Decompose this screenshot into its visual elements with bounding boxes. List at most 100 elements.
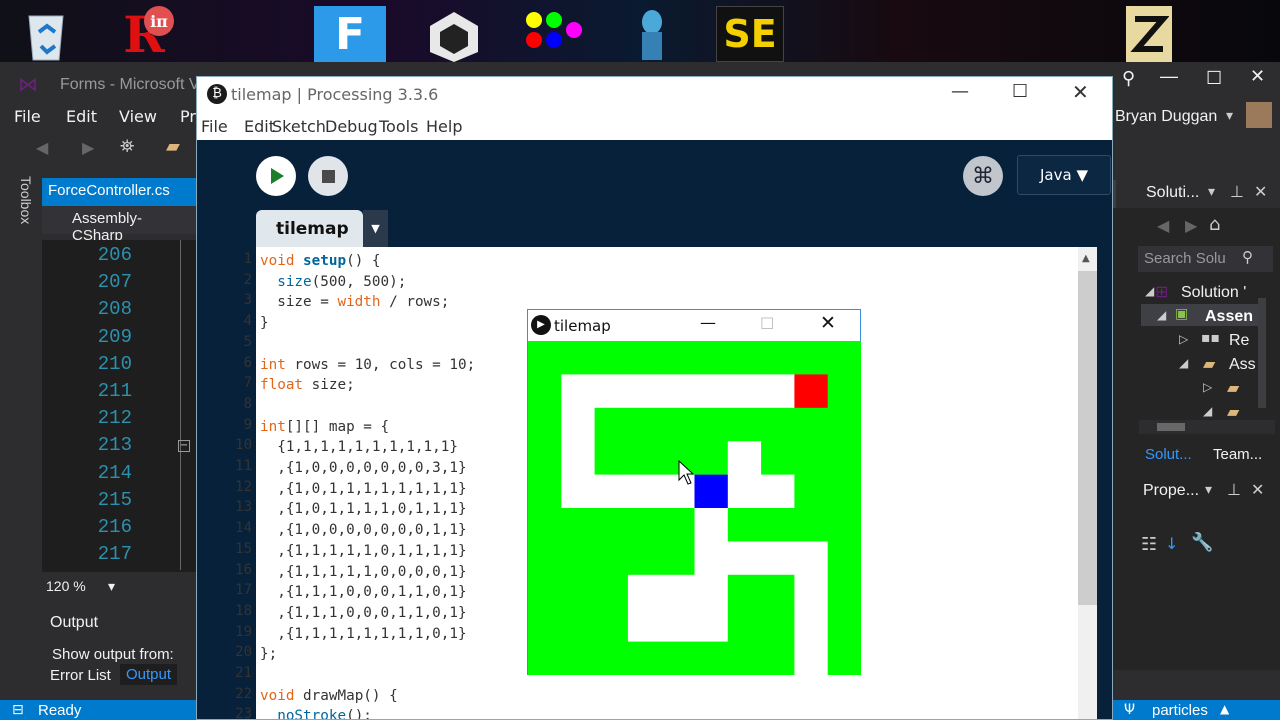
zoom-control[interactable]: 120 % ▾ <box>42 576 196 598</box>
user-name[interactable]: Bryan Duggan <box>1115 108 1217 126</box>
status-text: Ready <box>38 702 82 719</box>
wrench-icon[interactable]: 🔧 <box>1191 532 1213 553</box>
tree-references[interactable]: Re <box>1229 332 1249 350</box>
mode-selector[interactable]: Java ▼ <box>1017 155 1111 195</box>
solution-explorer-title[interactable]: Soluti... <box>1146 184 1199 202</box>
back-nav-icon[interactable]: ◀ <box>1157 216 1169 235</box>
menu-debug[interactable]: Debug <box>325 117 378 136</box>
new-project-icon[interactable]: ⛯ <box>120 136 134 157</box>
menu-file[interactable]: File <box>201 117 228 136</box>
tab-menu-button[interactable]: ▼ <box>363 210 388 247</box>
floor-tile <box>727 374 762 409</box>
search-solution-input[interactable]: Search Solu ⚲ <box>1138 246 1273 272</box>
tab-tilemap[interactable]: tilemap <box>256 210 363 247</box>
close-button[interactable]: ✕ <box>820 312 836 334</box>
close-button[interactable]: ✕ <box>1250 66 1265 87</box>
solution-tab[interactable]: Solut... <box>1145 446 1192 463</box>
tree-solution[interactable]: Solution ' <box>1181 284 1246 302</box>
menu-help[interactable]: Help <box>426 117 462 136</box>
editor-scrollbar[interactable]: ▲ <box>1078 247 1097 719</box>
back-icon[interactable]: ◀ <box>36 138 48 157</box>
se-icon[interactable]: SE <box>716 6 784 62</box>
expand-icon[interactable]: ◢ <box>1203 404 1212 418</box>
close-pane-icon[interactable]: ✕ <box>1254 182 1267 201</box>
run-button[interactable] <box>256 156 296 196</box>
wall-tile <box>694 641 729 675</box>
sketch-canvas[interactable] <box>528 341 861 675</box>
close-pane-icon[interactable]: ✕ <box>1251 480 1264 499</box>
branch-up-icon[interactable]: ▲ <box>1220 702 1229 716</box>
code-line: } <box>260 315 269 332</box>
pin-icon[interactable]: ⊥ <box>1230 182 1244 201</box>
wall-tile <box>528 441 562 476</box>
code-line: noStroke(); <box>277 708 372 720</box>
maximize-button[interactable]: ☐ <box>1206 68 1222 89</box>
unity-icon[interactable] <box>418 6 490 62</box>
pane-dropdown-icon[interactable]: ▾ <box>1208 184 1215 200</box>
tree-assembly[interactable]: Assen <box>1205 308 1253 326</box>
vs-menu-view[interactable]: View <box>119 107 157 126</box>
maximize-button[interactable]: ☐ <box>1012 81 1028 102</box>
pane-dropdown-icon[interactable]: ▾ <box>1205 482 1212 498</box>
gutter-line-number: 10 <box>235 437 252 454</box>
output-tab[interactable]: Output <box>120 664 178 685</box>
zm-icon[interactable] <box>1126 6 1172 62</box>
debugger-button[interactable]: ⌘ <box>963 156 1003 196</box>
scroll-up-icon[interactable]: ▲ <box>1082 253 1090 264</box>
expand-icon[interactable]: ◢ <box>1157 308 1166 322</box>
vs-menu-edit[interactable]: Edit <box>66 107 97 126</box>
wall-tile <box>528 407 562 442</box>
sketch-window: ▶ tilemap — ☐ ✕ <box>527 309 861 675</box>
collapsed-icon[interactable]: ▷ <box>1203 380 1212 394</box>
expand-icon[interactable]: ◢ <box>1145 284 1154 298</box>
menu-sketch[interactable]: Sketch <box>272 117 326 136</box>
home-icon[interactable]: ⌂ <box>1209 214 1220 235</box>
vertical-scrollbar[interactable] <box>1258 298 1266 408</box>
wall-tile <box>627 407 662 442</box>
floor-tile <box>661 374 696 409</box>
collapse-icon[interactable]: − <box>178 440 190 452</box>
mouse-cursor-icon <box>678 460 694 485</box>
vs-menu-file[interactable]: File <box>14 107 41 126</box>
alphabetical-icon[interactable]: ↓ <box>1165 534 1178 553</box>
wall-tile <box>594 441 629 476</box>
search-icon[interactable]: ⚲ <box>1122 68 1135 89</box>
horizontal-scrollbar[interactable] <box>1139 420 1275 434</box>
user-dropdown-icon[interactable]: ▾ <box>1226 108 1233 124</box>
menu-tools[interactable]: Tools <box>379 117 418 136</box>
vs-menu-project[interactable]: Pr <box>180 107 196 126</box>
figure-icon[interactable] <box>632 6 672 62</box>
r-icon[interactable]: Riπ <box>112 5 176 62</box>
expand-icon[interactable]: ◢ <box>1179 356 1188 370</box>
team-tab[interactable]: Team... <box>1213 446 1262 463</box>
avatar[interactable] <box>1246 102 1272 128</box>
tab-forcecontroller[interactable]: ForceController.cs <box>42 178 196 206</box>
error-list-tab[interactable]: Error List <box>50 667 111 684</box>
open-folder-icon[interactable]: ▰ <box>166 136 180 157</box>
assembly-dropdown[interactable]: Assembly-CSharp <box>42 206 196 244</box>
minimize-button[interactable]: — <box>951 81 969 102</box>
gutter-line-number: 16 <box>235 561 252 578</box>
dots-icon[interactable] <box>516 6 588 62</box>
wall-tile <box>561 641 596 675</box>
properties-title[interactable]: Prope... <box>1143 482 1199 500</box>
minimize-button[interactable]: — <box>1160 66 1178 87</box>
toolbox-tab[interactable]: Toolbox <box>10 176 34 236</box>
processing-title: tilemap | Processing 3.3.6 <box>231 85 439 104</box>
pin-icon[interactable]: ⊥ <box>1227 480 1241 499</box>
wall-tile <box>727 574 762 609</box>
tree-assets[interactable]: Ass <box>1229 356 1256 374</box>
f-icon[interactable]: F <box>314 6 386 62</box>
player-tile <box>694 474 728 508</box>
stop-button[interactable] <box>308 156 348 196</box>
close-button[interactable]: ✕ <box>1072 80 1089 104</box>
menu-edit[interactable]: Edit <box>244 117 275 136</box>
collapsed-icon[interactable]: ▷ <box>1179 332 1188 346</box>
forward-nav-icon[interactable]: ▶ <box>1185 216 1197 235</box>
maximize-button[interactable]: ☐ <box>760 314 774 333</box>
branch-name[interactable]: particles <box>1152 702 1208 719</box>
recycle-bin-icon[interactable] <box>14 6 78 62</box>
categorized-icon[interactable]: ☷ <box>1141 534 1157 555</box>
forward-icon[interactable]: ▶ <box>82 138 94 157</box>
minimize-button[interactable]: — <box>700 313 716 332</box>
